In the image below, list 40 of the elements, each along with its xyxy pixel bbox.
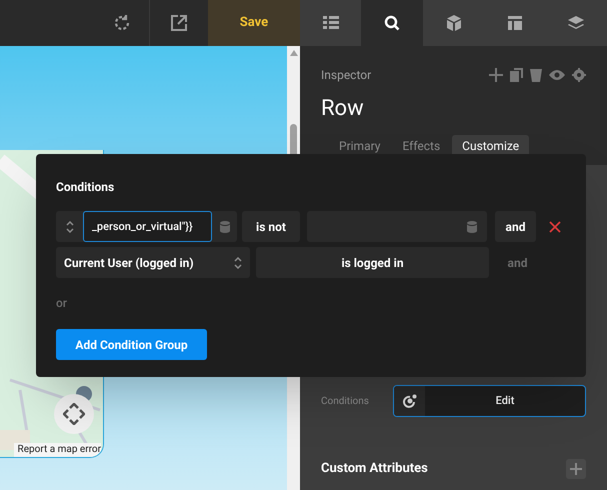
layers-icon <box>568 15 584 31</box>
operator-label: is not <box>256 218 286 236</box>
refresh-icon[interactable] <box>113 14 131 32</box>
external-link-icon[interactable] <box>170 14 188 32</box>
field-select[interactable]: Current User (logged in) <box>56 247 250 278</box>
conditions-label: Conditions <box>321 394 370 408</box>
scroll-up-icon <box>290 50 298 56</box>
cube-icon <box>446 15 462 31</box>
database-icon <box>467 220 477 232</box>
search-icon <box>384 15 400 31</box>
join-button[interactable]: and <box>495 211 536 242</box>
inspector-tab[interactable]: Primary <box>329 135 390 157</box>
edit-button[interactable]: Edit <box>425 386 585 416</box>
value-field[interactable] <box>307 211 487 242</box>
or-label: or <box>56 295 68 312</box>
layout-icon <box>506 15 523 31</box>
expression-field[interactable]: _person_or_virtual"}} <box>56 211 237 242</box>
report-map-error-link[interactable]: Report a map error <box>14 443 101 457</box>
expression-input[interactable]: _person_or_virtual"}} <box>83 211 212 242</box>
close-button[interactable] <box>549 220 563 234</box>
add-button[interactable] <box>566 459 586 479</box>
chevron-updown-icon <box>66 220 74 232</box>
chevron-updown-icon <box>234 256 242 268</box>
copy-icon[interactable] <box>510 68 523 82</box>
dialog-title: Conditions <box>56 179 116 196</box>
conditions-control[interactable]: Edit <box>393 385 586 417</box>
eye-icon[interactable] <box>549 69 565 81</box>
settings-icon[interactable] <box>572 68 586 82</box>
inspector-title: Inspector <box>321 67 372 84</box>
section-title: Custom Attributes <box>321 460 428 478</box>
inspector-tab[interactable]: Effects <box>392 135 450 157</box>
trash-icon[interactable] <box>530 68 542 82</box>
move-icon <box>63 403 85 425</box>
save-button[interactable]: Save <box>208 0 300 46</box>
conditions-icon <box>402 394 416 408</box>
list-icon <box>322 15 339 31</box>
operator-label: is logged in <box>341 254 404 272</box>
plus-icon <box>570 463 582 475</box>
element-heading: Row <box>321 95 365 123</box>
database-icon <box>220 220 230 232</box>
